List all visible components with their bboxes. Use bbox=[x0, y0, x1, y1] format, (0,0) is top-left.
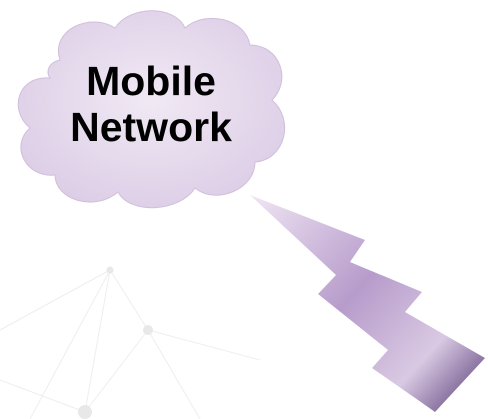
mobile-network-diagram: Mobile Network bbox=[0, 0, 488, 419]
lightning-bolt-icon bbox=[250, 195, 485, 412]
